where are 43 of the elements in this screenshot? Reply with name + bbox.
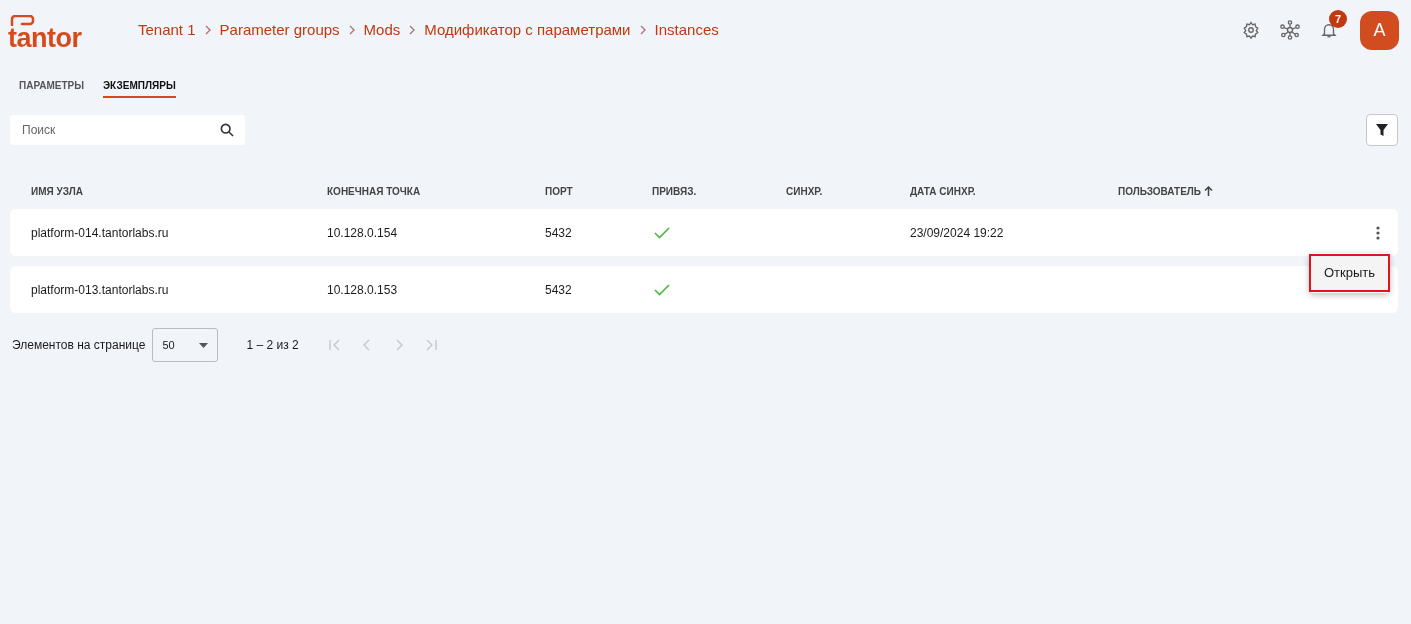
logo-mark-icon [10,14,36,26]
network-icon[interactable] [1280,20,1300,40]
table-cell-text: 5432 [545,224,573,242]
chevron-right-icon [408,25,417,35]
table-cell-text: 10.128.0.154 [327,224,399,242]
column-header[interactable]: СИНХР. [786,183,823,199]
breadcrumb-link[interactable]: Модификатор с параметрами [424,18,631,42]
logo: tantor [8,25,82,50]
search-field[interactable]: Поиск [10,115,245,145]
user-avatar[interactable]: A [1360,10,1399,50]
table-cell-text: 5432 [545,281,573,299]
table-cell-text: platform-013.tantorlabs.ru [31,281,170,299]
filter-icon [1375,123,1389,137]
column-header[interactable]: ПОРТ [545,183,573,199]
tab[interactable]: ПАРАМЕТРЫ [19,78,84,98]
column-header[interactable]: ИМЯ УЗЛА [31,183,83,199]
search-icon[interactable] [219,122,235,138]
breadcrumb-link[interactable]: Instances [654,18,719,42]
first-page-icon [327,338,342,352]
more-vertical-icon [1376,225,1380,240]
sort-ascending-icon[interactable] [1204,186,1213,196]
page-size-label: Элементов на странице [12,337,146,354]
dropdown-caret-icon [199,342,209,348]
table-cell-text: 23/09/2024 19:22 [910,224,1005,242]
column-header[interactable]: ДАТА СИНХР. [910,183,976,199]
page-range: 1 – 2 из 2 [246,337,299,354]
filter-button[interactable] [1366,114,1398,146]
notification-badge: 7 [1329,10,1347,28]
column-header[interactable]: ПРИВЯЗ. [652,183,697,199]
settings-icon[interactable] [1242,21,1260,39]
chevron-right-icon [347,25,356,35]
menu-item[interactable]: Открыть [1309,254,1390,292]
column-header[interactable]: ПОЛЬЗОВАТЕЛЬ [1118,183,1201,199]
column-header[interactable]: КОНЕЧНАЯ ТОЧКА [327,183,421,199]
table-cell-text: 10.128.0.153 [327,281,399,299]
table-cell-text: platform-014.tantorlabs.ru [31,224,170,242]
breadcrumb-link[interactable]: Tenant 1 [138,18,196,42]
breadcrumb-link[interactable]: Mods [363,18,401,42]
chevron-right-icon [638,25,647,35]
page-size-select[interactable]: 50 [152,328,219,362]
breadcrumb-link[interactable]: Parameter groups [219,18,340,42]
tab[interactable]: ЭКЗЕМПЛЯРЫ [103,78,176,98]
chevron-right-icon [203,25,212,35]
